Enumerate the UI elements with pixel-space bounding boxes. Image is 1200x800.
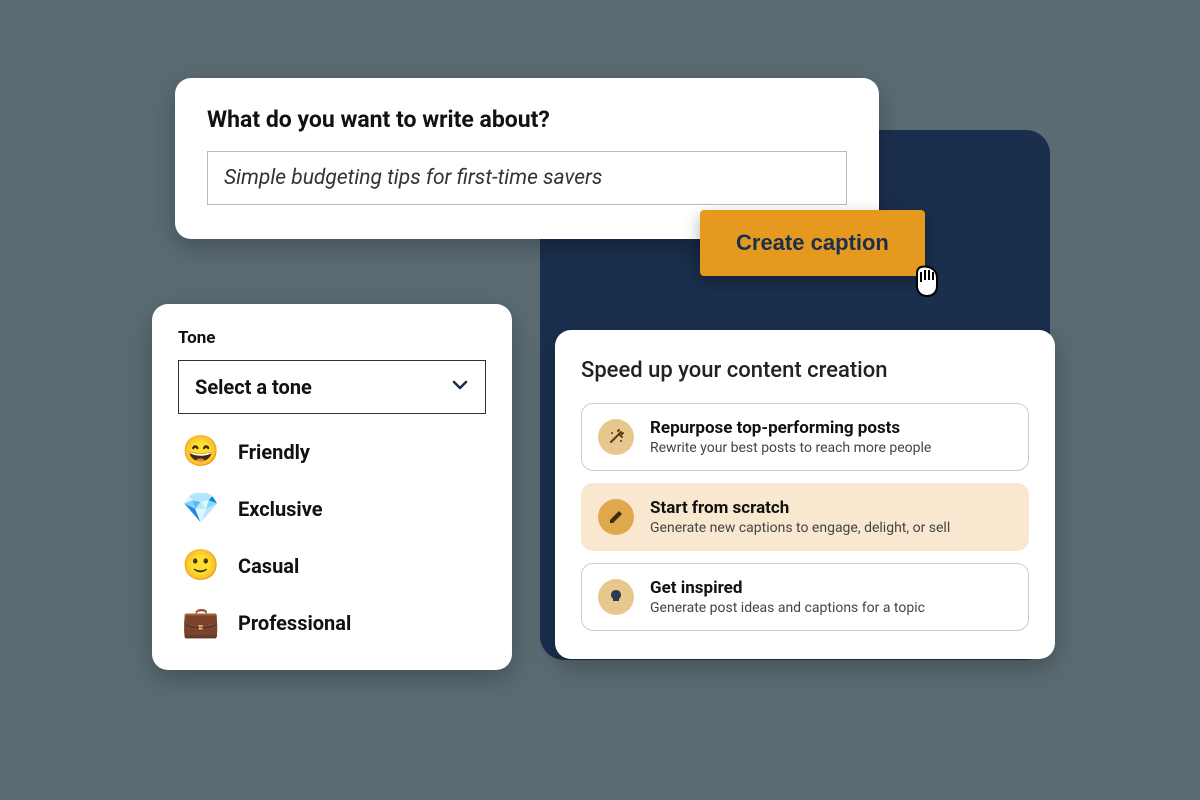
tone-select-placeholder: Select a tone bbox=[195, 375, 312, 399]
tone-option-exclusive[interactable]: 💎 Exclusive bbox=[182, 491, 486, 526]
tone-card: Tone Select a tone 😄 Friendly 💎 Exclusiv… bbox=[152, 304, 512, 670]
option-title: Repurpose top-performing posts bbox=[650, 418, 931, 438]
pencil-icon bbox=[598, 499, 634, 535]
chevron-down-icon bbox=[451, 376, 469, 398]
option-subtitle: Rewrite your best posts to reach more pe… bbox=[650, 440, 931, 456]
option-subtitle: Generate post ideas and captions for a t… bbox=[650, 600, 925, 616]
casual-emoji-icon: 🙂 bbox=[182, 548, 218, 583]
tone-option-casual[interactable]: 🙂 Casual bbox=[182, 548, 486, 583]
bulb-icon bbox=[598, 579, 634, 615]
tone-option-professional[interactable]: 💼 Professional bbox=[182, 605, 486, 640]
speed-option-list: Repurpose top-performing posts Rewrite y… bbox=[581, 403, 1029, 631]
option-get-inspired[interactable]: Get inspired Generate post ideas and cap… bbox=[581, 563, 1029, 631]
tone-option-list: 😄 Friendly 💎 Exclusive 🙂 Casual 💼 Profes… bbox=[178, 434, 486, 640]
friendly-emoji-icon: 😄 bbox=[182, 434, 218, 469]
wand-icon bbox=[598, 419, 634, 455]
tone-option-label: Casual bbox=[238, 554, 299, 578]
option-repurpose[interactable]: Repurpose top-performing posts Rewrite y… bbox=[581, 403, 1029, 471]
speed-card: Speed up your content creation Repurpose… bbox=[555, 330, 1055, 659]
create-caption-button[interactable]: Create caption bbox=[700, 210, 925, 276]
option-title: Start from scratch bbox=[650, 498, 950, 518]
tone-label: Tone bbox=[178, 328, 486, 348]
exclusive-emoji-icon: 💎 bbox=[182, 491, 218, 526]
tone-option-label: Friendly bbox=[238, 440, 310, 464]
option-subtitle: Generate new captions to engage, delight… bbox=[650, 520, 950, 536]
prompt-input[interactable] bbox=[207, 151, 847, 205]
tone-option-friendly[interactable]: 😄 Friendly bbox=[182, 434, 486, 469]
option-title: Get inspired bbox=[650, 578, 925, 598]
tone-option-label: Exclusive bbox=[238, 497, 323, 521]
prompt-title: What do you want to write about? bbox=[207, 106, 847, 133]
speed-title: Speed up your content creation bbox=[581, 358, 1029, 383]
tone-option-label: Professional bbox=[238, 611, 351, 635]
tone-select[interactable]: Select a tone bbox=[178, 360, 486, 414]
option-start-scratch[interactable]: Start from scratch Generate new captions… bbox=[581, 483, 1029, 551]
professional-emoji-icon: 💼 bbox=[182, 605, 218, 640]
